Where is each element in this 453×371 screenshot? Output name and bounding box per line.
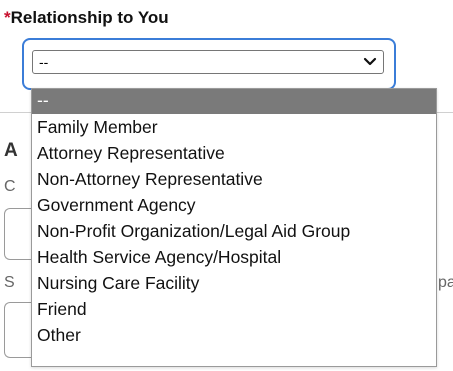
option-nursing-care-facility[interactable]: Nursing Care Facility bbox=[32, 270, 436, 296]
option-government-agency[interactable]: Government Agency bbox=[32, 192, 436, 218]
relationship-options-list[interactable]: -- Family Member Attorney Representative… bbox=[31, 88, 437, 367]
option-non-attorney-representative[interactable]: Non-Attorney Representative bbox=[32, 166, 436, 192]
required-asterisk: * bbox=[4, 8, 11, 27]
option-friend[interactable]: Friend bbox=[32, 296, 436, 322]
option-health-service-agency[interactable]: Health Service Agency/Hospital bbox=[32, 244, 436, 270]
relationship-select[interactable]: -- bbox=[32, 50, 384, 74]
option-attorney-representative[interactable]: Attorney Representative bbox=[32, 140, 436, 166]
option-non-profit-organization[interactable]: Non-Profit Organization/Legal Aid Group bbox=[32, 218, 436, 244]
field-label-fragment-2: S bbox=[4, 274, 15, 291]
field-label-fragment-3: pa bbox=[438, 274, 453, 291]
chevron-down-icon bbox=[363, 57, 377, 66]
field-label-text: Relationship to You bbox=[10, 8, 169, 27]
field-label-fragment: C bbox=[4, 178, 16, 195]
select-current-value: -- bbox=[39, 54, 49, 70]
option-family-member[interactable]: Family Member bbox=[32, 114, 436, 140]
option-other[interactable]: Other bbox=[32, 322, 436, 348]
select-focus-ring: -- bbox=[22, 38, 396, 90]
section-heading-fragment: A bbox=[4, 140, 18, 161]
relationship-field-label: *Relationship to You bbox=[4, 8, 169, 28]
option-placeholder[interactable]: -- bbox=[32, 89, 436, 114]
